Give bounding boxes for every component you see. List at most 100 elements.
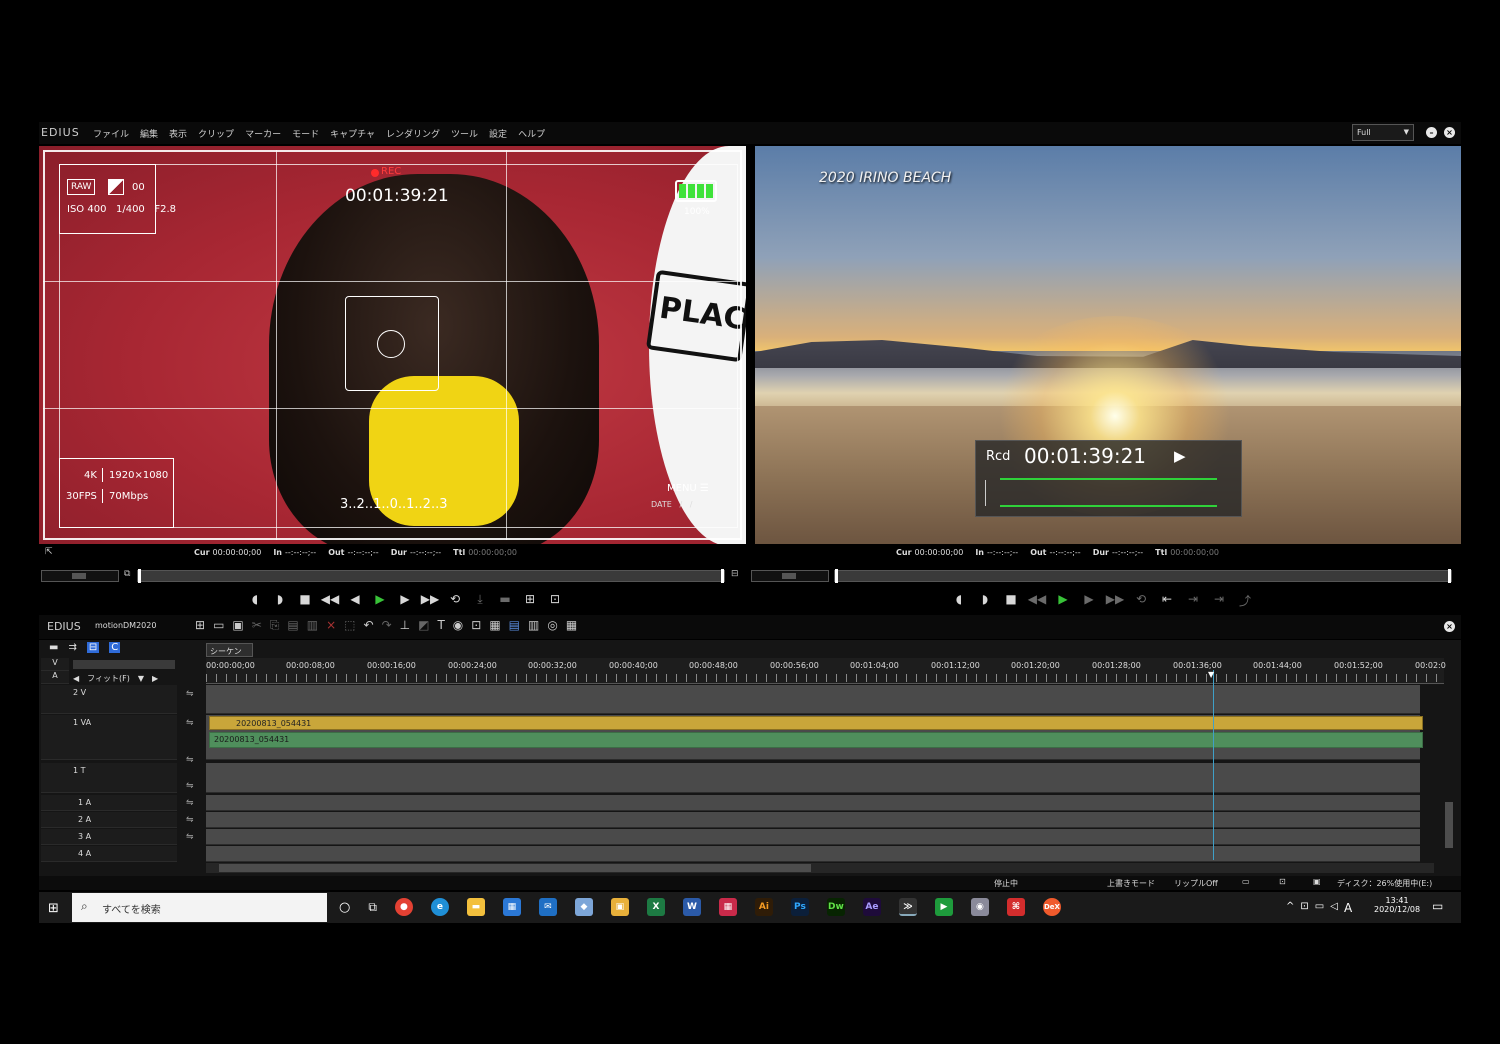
store-icon[interactable]: ▦: [502, 898, 521, 916]
track-header-4a[interactable]: 4 A: [41, 846, 177, 862]
sync-toggle-icon[interactable]: ⇋: [186, 756, 194, 765]
sync-toggle-icon[interactable]: ⇋: [186, 799, 194, 808]
app-icon[interactable]: ▦: [718, 898, 737, 916]
menu-clip[interactable]: クリップ: [198, 127, 234, 140]
menu-marker[interactable]: マーカー: [245, 127, 281, 140]
menu-settings[interactable]: 設定: [489, 127, 507, 140]
illustrator-icon[interactable]: Ai: [754, 898, 773, 916]
menu-view[interactable]: 表示: [169, 127, 187, 140]
track-header-1t[interactable]: 1 T: [41, 763, 177, 793]
overwrite-icon[interactable]: ▬: [494, 592, 516, 607]
sync-toggle-icon[interactable]: ⇋: [186, 816, 194, 825]
track-header-2a[interactable]: 2 A: [41, 812, 177, 828]
edius-icon[interactable]: ≫: [898, 898, 917, 916]
redo-icon[interactable]: ↷: [382, 618, 392, 633]
playhead-marker-icon[interactable]: ▼: [1208, 670, 1214, 679]
group-icon[interactable]: C: [109, 642, 121, 653]
menu-tools[interactable]: ツール: [451, 127, 478, 140]
step-back-icon[interactable]: ◀: [344, 592, 366, 607]
tab-sequence[interactable]: シーケンス1: [206, 643, 253, 667]
save-icon[interactable]: ▣: [232, 618, 243, 633]
edit-mode[interactable]: 上書きモード: [1107, 878, 1155, 889]
rewind-icon[interactable]: ◀◀: [319, 592, 341, 607]
track-lane-1a[interactable]: [206, 795, 1420, 811]
sync-toggle-icon[interactable]: ⇋: [186, 782, 194, 791]
set-in-icon[interactable]: ◖: [244, 592, 266, 607]
set-out-icon[interactable]: ◗: [269, 592, 291, 607]
player-scrub-bar[interactable]: [137, 569, 725, 583]
track-header-2v[interactable]: 2 V: [41, 685, 177, 714]
video-clip[interactable]: 20200813_054431: [209, 716, 1423, 730]
paint-icon[interactable]: ▣: [610, 898, 629, 916]
play-icon[interactable]: ▶: [369, 592, 391, 607]
chrome-icon[interactable]: ●: [394, 898, 413, 916]
excel-icon[interactable]: X: [646, 898, 665, 916]
explorer-icon[interactable]: ▬: [466, 898, 485, 916]
open-folder-icon[interactable]: ▭: [213, 618, 224, 633]
undo-icon[interactable]: ↶: [364, 618, 374, 633]
taskbar-search[interactable]: ⌕ すべてを検索: [72, 893, 327, 922]
copy-icon[interactable]: ⎘: [270, 618, 280, 633]
player-shuttle-slider[interactable]: [41, 570, 119, 582]
volume-icon[interactable]: ◁: [1330, 901, 1338, 915]
playhead[interactable]: [1213, 670, 1214, 860]
menu-edit[interactable]: 編集: [140, 127, 158, 140]
minimize-icon[interactable]: –: [1426, 127, 1437, 138]
edge-icon[interactable]: e: [430, 898, 449, 916]
step-forward-icon[interactable]: ▶: [1078, 592, 1100, 609]
menu-help[interactable]: ヘルプ: [518, 127, 545, 140]
device-icon[interactable]: ⊡: [1300, 901, 1308, 915]
bin-window-icon[interactable]: ▤: [509, 618, 520, 633]
snapshot-icon[interactable]: ◉: [453, 618, 463, 633]
rewind-icon[interactable]: ◀◀: [1026, 592, 1048, 609]
marker-icon[interactable]: ⊥: [400, 618, 410, 633]
photoshop-icon[interactable]: Ps: [790, 898, 809, 916]
windows-start-icon[interactable]: ⊞: [48, 901, 59, 916]
export-icon[interactable]: ⤴: [1234, 592, 1256, 609]
stop-icon[interactable]: ■: [1000, 592, 1022, 609]
sync-toggle-icon[interactable]: ⇋: [186, 719, 194, 728]
play-icon[interactable]: ▶: [1052, 592, 1074, 609]
notification-icon[interactable]: ▭: [1432, 899, 1443, 913]
loop-icon[interactable]: ⟲: [444, 592, 466, 607]
zoom-select[interactable]: ◀ フィット(F) ▼ ▶: [73, 672, 177, 684]
task-view-icon[interactable]: ⧉: [368, 900, 377, 915]
acrobat-icon[interactable]: ⌘: [1006, 898, 1025, 916]
add-to-timeline-icon[interactable]: ⊞: [519, 592, 541, 607]
timeline-ruler[interactable]: 00:00:00;00 00:00:08;00 00:00:16;00 00:0…: [206, 658, 1446, 684]
step-forward-icon[interactable]: ▶: [394, 592, 416, 607]
fast-forward-icon[interactable]: ▶▶: [419, 592, 441, 607]
menu-capture[interactable]: キャプチャ: [330, 127, 375, 140]
set-in-icon[interactable]: ◖: [948, 592, 970, 609]
player-monitor[interactable]: PLAC RAW 00 ISO 400 1/400 F2.8 REC 00:01…: [39, 146, 746, 544]
close-icon[interactable]: ×: [1444, 127, 1455, 138]
cortana-icon[interactable]: ○: [339, 900, 350, 915]
clock[interactable]: 13:41 2020/12/08: [1374, 896, 1420, 914]
scale-icon[interactable]: ⊟: [731, 569, 739, 579]
prev-edit-icon[interactable]: ⇤: [1156, 592, 1178, 609]
set-out-icon[interactable]: ◗: [974, 592, 996, 609]
app-icon[interactable]: ◆: [574, 898, 593, 916]
network-icon[interactable]: ▭: [1315, 901, 1324, 915]
delete-icon[interactable]: ×: [326, 618, 336, 633]
stop-icon[interactable]: ■: [294, 592, 316, 607]
render-icon[interactable]: ⊡: [471, 618, 481, 633]
info-window-icon[interactable]: ▦: [566, 618, 577, 633]
sequence-icon[interactable]: ⊞: [195, 618, 205, 633]
menu-render[interactable]: レンダリング: [386, 127, 440, 140]
track-header-3a[interactable]: 3 A: [41, 829, 177, 845]
track-header-1a[interactable]: 1 A: [41, 795, 177, 811]
dex-icon[interactable]: DeX: [1042, 898, 1061, 916]
app-icon[interactable]: ◉: [970, 898, 989, 916]
recorder-shuttle-slider[interactable]: [751, 570, 829, 582]
track-lane-3a[interactable]: [206, 829, 1420, 845]
export-icon[interactable]: ▦: [489, 618, 500, 633]
scrub-toggle-icon[interactable]: ⧉: [124, 569, 130, 579]
menu-file[interactable]: ファイル: [93, 127, 129, 140]
audio-clip[interactable]: 20200813_054431: [209, 732, 1423, 748]
sync-toggle-icon[interactable]: ⇋: [186, 690, 194, 699]
recorder-scrub-bar[interactable]: [834, 569, 1452, 583]
ripple-mode[interactable]: リップルOff: [1174, 878, 1218, 889]
monitor-mode-icon[interactable]: ⇱: [45, 547, 53, 557]
fast-forward-icon[interactable]: ▶▶: [1104, 592, 1126, 609]
